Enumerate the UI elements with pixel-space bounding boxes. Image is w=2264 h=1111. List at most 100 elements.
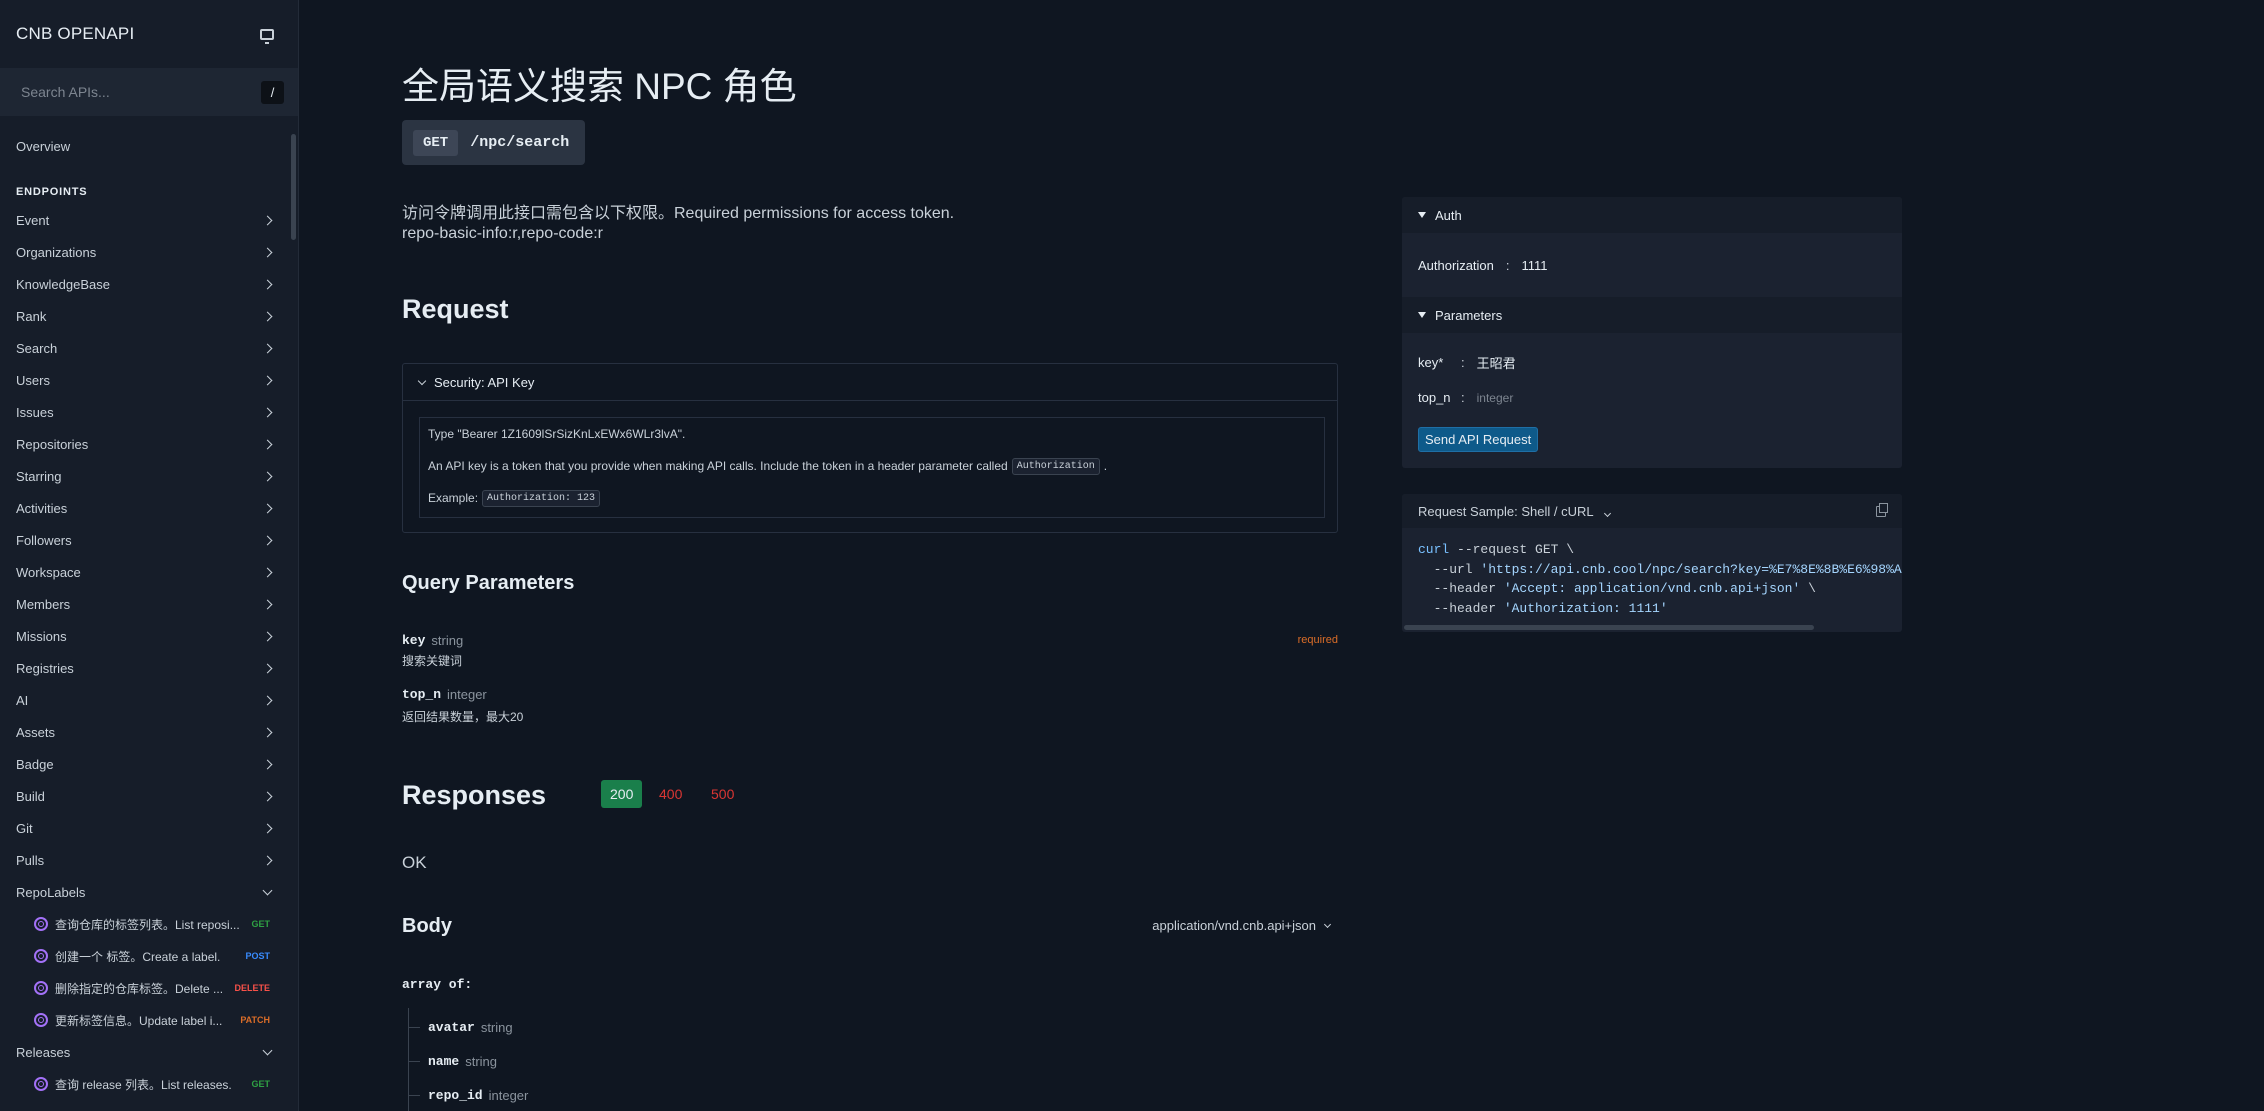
search-bar: /	[0, 68, 298, 116]
security-example: Example: Authorization: 123	[428, 489, 1316, 507]
chevron-right-icon	[262, 791, 273, 801]
sidebar-item-build[interactable]: Build	[0, 780, 298, 812]
sidebar-item-pulls[interactable]: Pulls	[0, 844, 298, 876]
endpoint-icon	[34, 917, 48, 931]
chevron-right-icon	[262, 471, 273, 481]
method-badge: GET	[251, 919, 270, 929]
chevron-right-icon	[262, 439, 273, 449]
sidebar-item-event[interactable]: Event	[0, 204, 298, 236]
field-name: avatar	[428, 1019, 475, 1035]
endpoint-icon	[34, 981, 48, 995]
security-toggle[interactable]: Security: API Key	[403, 364, 1337, 401]
sidebar-item-git[interactable]: Git	[0, 812, 298, 844]
copy-icon[interactable]	[1876, 502, 1888, 517]
sidebar-scrollbar[interactable]	[291, 134, 296, 240]
code-token: --request GET \	[1449, 542, 1575, 557]
permission-scopes: repo-basic-info:r,repo-code:r	[402, 225, 603, 242]
request-builder: Auth Authorization : 1111 Parameters key…	[1402, 197, 1902, 468]
auth-label: Authorization	[1418, 257, 1494, 273]
sidebar-item-missions[interactable]: Missions	[0, 620, 298, 652]
sidebar-item-organizations[interactable]: Organizations	[0, 236, 298, 268]
sidebar-subitem-label: 查询 release 列表。List releases.	[55, 1077, 232, 1092]
search-input[interactable]	[21, 84, 241, 100]
sidebar-item-ai[interactable]: AI	[0, 684, 298, 716]
sidebar-item-label: Workspace	[16, 564, 81, 580]
sidebar-item-starring[interactable]: Starring	[0, 460, 298, 492]
auth-value-input[interactable]: 1111	[1522, 258, 1548, 273]
responses-heading: Responses	[402, 780, 547, 810]
monitor-icon[interactable]	[260, 28, 274, 44]
send-api-request-button[interactable]: Send API Request	[1418, 427, 1539, 452]
sidebar-item-repositories[interactable]: Repositories	[0, 428, 298, 460]
status-tab-500[interactable]: 500	[711, 780, 734, 808]
sidebar-item-knowledgebase[interactable]: KnowledgeBase	[0, 268, 298, 300]
sidebar-item-label: Git	[16, 820, 33, 836]
sidebar-section-endpoints: ENDPOINTS	[16, 186, 88, 198]
sidebar-item-releases[interactable]: Releases	[0, 1036, 298, 1068]
sidebar-subitem[interactable]: 查询 release 列表。List releases. GET	[0, 1068, 298, 1100]
auth-toggle[interactable]: Auth	[1402, 197, 1902, 233]
sidebar-subitem[interactable]: 创建一个 标签。Create a label. POST	[0, 940, 298, 972]
status-tab-400[interactable]: 400	[659, 780, 682, 808]
code-token: --header	[1418, 581, 1504, 596]
sidebar-item-badge[interactable]: Badge	[0, 748, 298, 780]
top-n-input[interactable]: integer	[1477, 391, 1514, 405]
chevron-down-icon	[262, 1045, 273, 1055]
key-label: key*	[1418, 355, 1444, 370]
permission-description: 访问令牌调用此接口需包含以下权限。Required permissions fo…	[402, 205, 955, 222]
chevron-right-icon	[262, 855, 273, 865]
parameters-toggle[interactable]: Parameters	[1402, 297, 1902, 333]
chevron-right-icon	[262, 727, 273, 737]
top-n-row: top_n : integer	[1402, 380, 1902, 415]
sidebar-item-search[interactable]: Search	[0, 332, 298, 364]
chevron-right-icon	[262, 567, 273, 577]
schema-field: avatar string	[408, 1017, 513, 1037]
sidebar-item-rank[interactable]: Rank	[0, 300, 298, 332]
sidebar-item-workspace[interactable]: Workspace	[0, 556, 298, 588]
sidebar-item-label: Missions	[16, 628, 67, 644]
sidebar-subitem[interactable]: 查询仓库的标签列表。List reposi... GET	[0, 908, 298, 940]
request-sample-header: Request Sample: Shell / cURL	[1402, 494, 1902, 528]
endpoint-icon	[34, 1077, 48, 1091]
sidebar-item-label: Members	[16, 596, 71, 612]
code-token: curl	[1418, 542, 1450, 557]
chevron-down-icon	[1323, 920, 1332, 928]
sidebar-item-assets[interactable]: Assets	[0, 716, 298, 748]
param-description: 搜索关键词	[402, 654, 463, 668]
top-n-label: top_n	[1418, 390, 1451, 405]
sidebar-item-label: Rank	[16, 308, 47, 324]
chevron-right-icon	[262, 247, 273, 257]
sidebar-item-activities[interactable]: Activities	[0, 492, 298, 524]
sidebar-item-members[interactable]: Members	[0, 588, 298, 620]
sidebar-item-label: Registries	[16, 660, 74, 676]
sidebar-item-issues[interactable]: Issues	[0, 396, 298, 428]
code-token: 'https://api.cnb.cool/npc/search?key=%E7…	[1480, 561, 1902, 577]
status-tab-200[interactable]: 200	[601, 780, 643, 808]
param-top-n: top_n integer	[402, 684, 487, 704]
sidebar-subitem[interactable]: 更新标签信息。Update label i... PATCH	[0, 1004, 298, 1036]
param-name: top_n	[402, 686, 442, 702]
sidebar-subitem-label: 创建一个 标签。Create a label.	[55, 949, 221, 964]
content-type-select[interactable]: application/vnd.cnb.api+json	[1152, 918, 1332, 933]
caret-down-icon	[1418, 212, 1426, 218]
key-value-input[interactable]: 王昭君	[1477, 353, 1516, 372]
response-description: OK	[402, 853, 427, 872]
chevron-right-icon	[262, 695, 273, 705]
sidebar-item-label: Starring	[16, 468, 62, 484]
required-badge: required	[1297, 634, 1338, 646]
code-token: \	[1800, 581, 1816, 596]
sidebar-item-registries[interactable]: Registries	[0, 652, 298, 684]
sidebar-item-repolabels[interactable]: RepoLabels	[0, 876, 298, 908]
sidebar-item-users[interactable]: Users	[0, 364, 298, 396]
code-horizontal-scrollbar[interactable]	[1404, 625, 1814, 630]
sidebar-item-overview[interactable]: Overview	[0, 130, 298, 162]
chevron-right-icon	[262, 311, 273, 321]
sidebar-item-label: Build	[16, 788, 45, 804]
language-select[interactable]: Request Sample: Shell / cURL	[1418, 504, 1611, 519]
sidebar-item-followers[interactable]: Followers	[0, 524, 298, 556]
sidebar-subitem[interactable]: 删除指定的仓库标签。Delete ... DELETE	[0, 972, 298, 1004]
security-description: An API key is a token that you provide w…	[428, 457, 1316, 475]
sidebar-endpoint-list: Event Organizations KnowledgeBase Rank Searc…	[0, 204, 298, 876]
sidebar-item-label: Repositories	[16, 436, 89, 452]
key-row: key* : 王昭君	[1402, 345, 1902, 380]
